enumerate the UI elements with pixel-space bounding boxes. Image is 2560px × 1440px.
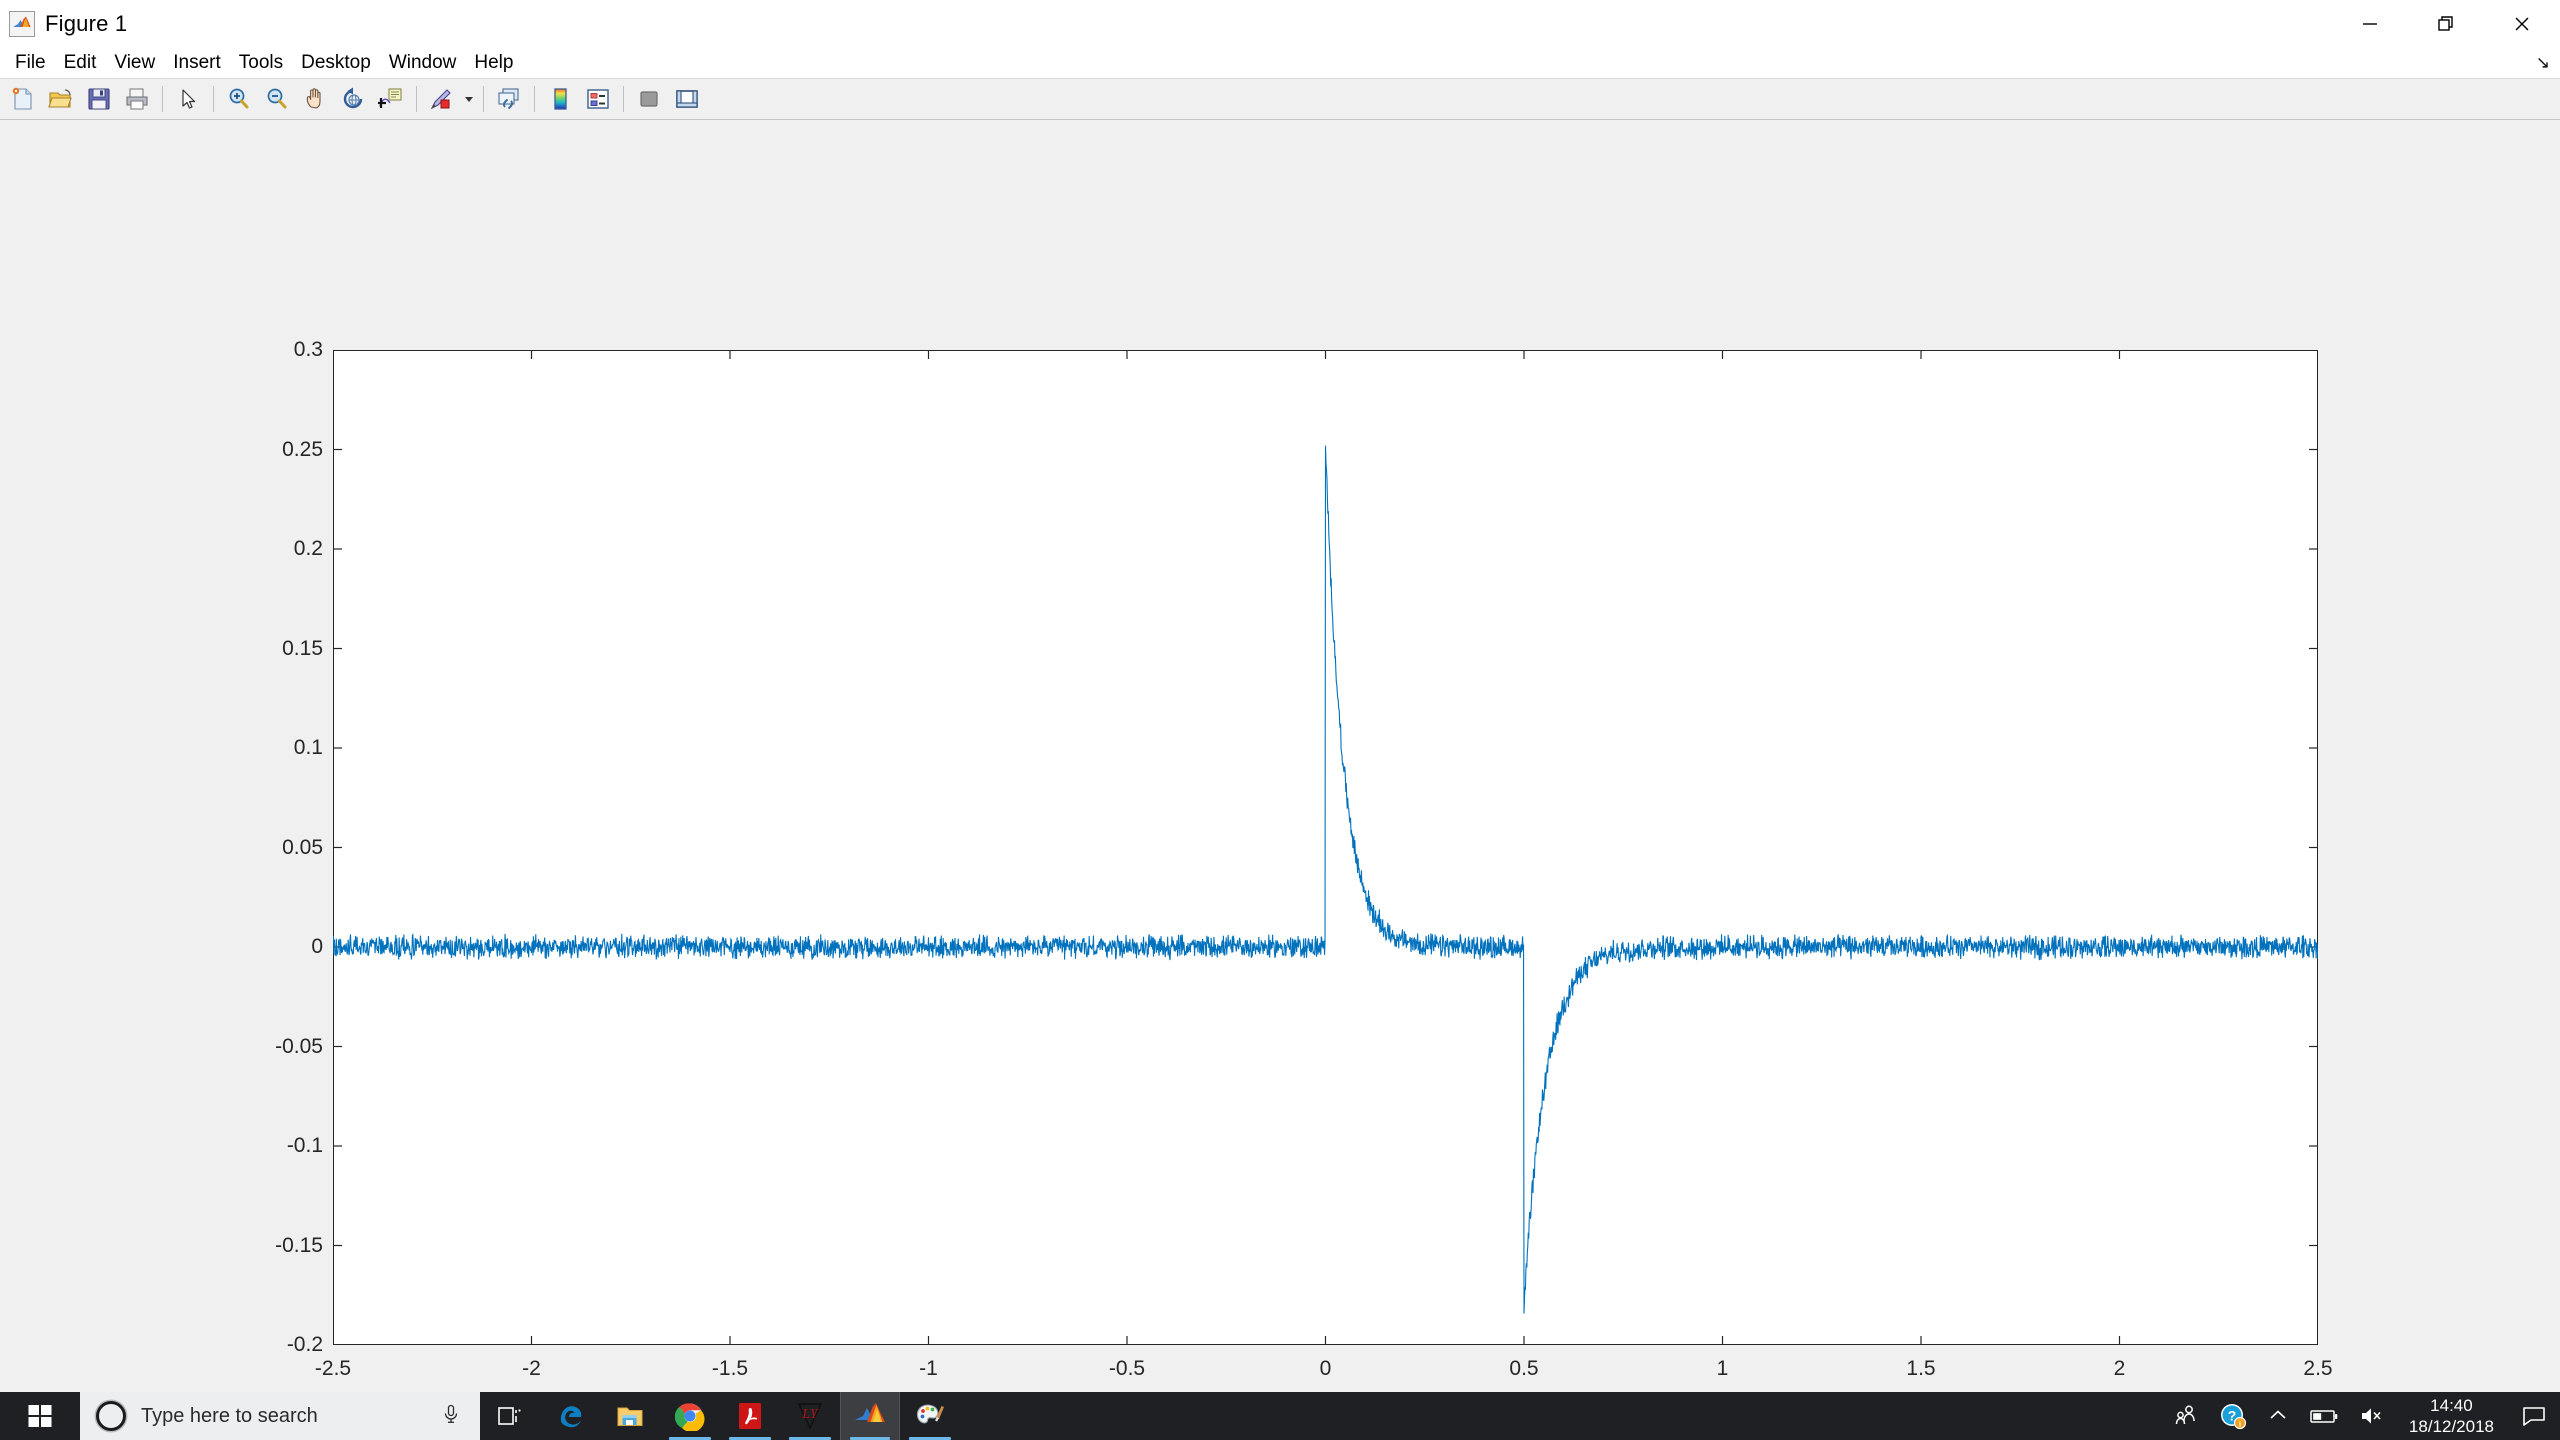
x-tick-label: 2 bbox=[2113, 1357, 2126, 1380]
task-view-icon[interactable] bbox=[480, 1392, 540, 1440]
acrobat-icon[interactable] bbox=[720, 1392, 780, 1440]
y-tick-label: 0.25 bbox=[282, 437, 323, 461]
close-button[interactable] bbox=[2484, 0, 2560, 48]
y-tick-label: -0.1 bbox=[286, 1134, 323, 1157]
menu-item-desktop[interactable]: Desktop bbox=[292, 48, 380, 78]
save-figure-icon[interactable] bbox=[80, 80, 118, 118]
title-bar: Figure 1 ↘ bbox=[0, 0, 2560, 71]
toolbar-separator bbox=[416, 86, 417, 112]
search-input[interactable]: Type here to search bbox=[80, 1392, 480, 1440]
show-plot-tools-icon[interactable] bbox=[668, 80, 706, 118]
hide-plot-tools-icon[interactable] bbox=[630, 80, 668, 118]
y-tick-label: -0.15 bbox=[275, 1233, 323, 1257]
volume-muted-icon[interactable] bbox=[2349, 1392, 2395, 1440]
y-tick-label: -0.05 bbox=[275, 1034, 323, 1058]
window-title: Figure 1 bbox=[45, 11, 128, 36]
x-tick-label: 1.5 bbox=[1906, 1357, 1936, 1380]
y-tick-label: 0 bbox=[311, 935, 323, 958]
menu-bar: File Edit View Insert Tools Desktop Wind… bbox=[0, 48, 2560, 78]
battery-icon[interactable] bbox=[2299, 1392, 2349, 1440]
minimize-button[interactable] bbox=[2332, 0, 2408, 48]
x-axis-tick-labels: -2.5 -2 -1.5 -1 -0.5 0 0.5 1 1.5 2 2.5 bbox=[315, 1357, 2333, 1387]
legend-icon[interactable] bbox=[579, 80, 617, 118]
brush-icon[interactable] bbox=[423, 80, 461, 118]
restore-button[interactable] bbox=[2408, 0, 2484, 48]
toolbar-separator bbox=[162, 86, 163, 112]
clock[interactable]: 14:40 18/12/2018 bbox=[2395, 1392, 2508, 1440]
toolbar-separator bbox=[483, 86, 484, 112]
cortana-ring-icon[interactable] bbox=[96, 1401, 126, 1431]
menu-item-view[interactable]: View bbox=[105, 48, 164, 78]
toolbar-separator bbox=[623, 86, 624, 112]
rotate-3d-icon[interactable] bbox=[334, 80, 372, 118]
clock-date: 18/12/2018 bbox=[2408, 1417, 2494, 1436]
y-tick-label: 0.2 bbox=[293, 537, 323, 560]
menu-item-file[interactable]: File bbox=[6, 48, 55, 78]
x-tick-label: 2.5 bbox=[2303, 1357, 2333, 1380]
x-tick-label: 0 bbox=[1319, 1357, 1332, 1380]
lyx-icon[interactable]: LY bbox=[780, 1392, 840, 1440]
new-figure-icon[interactable] bbox=[4, 80, 42, 118]
menu-item-help[interactable]: Help bbox=[465, 48, 522, 78]
paint-icon[interactable] bbox=[900, 1392, 960, 1440]
menu-item-window[interactable]: Window bbox=[380, 48, 466, 78]
x-tick-label: -1.5 bbox=[711, 1357, 749, 1380]
x-tick-label: 0.5 bbox=[1509, 1357, 1539, 1380]
menu-item-tools[interactable]: Tools bbox=[230, 48, 292, 78]
y-tick-label: 0.05 bbox=[282, 835, 323, 859]
svg-text:LY: LY bbox=[801, 1407, 820, 1422]
chevron-down-icon[interactable] bbox=[461, 80, 477, 118]
y-axis-tick-labels: -0.2 -0.15 -0.1 -0.05 0 0.05 0.1 0.15 0.2 0.25 0.3 bbox=[180, 338, 323, 1356]
matlab-figure-icon bbox=[9, 11, 35, 37]
x-tick-label: -0.5 bbox=[1108, 1357, 1146, 1380]
zoom-out-icon[interactable] bbox=[258, 80, 296, 118]
pointer-icon[interactable] bbox=[169, 80, 207, 118]
x-tick-label: -2 bbox=[522, 1357, 541, 1380]
system-tray: ? i 14:40 18/12/2018 bbox=[2163, 1392, 2560, 1440]
y-tick-label: 0.15 bbox=[282, 636, 323, 660]
zoom-in-icon[interactable] bbox=[220, 80, 258, 118]
windows-taskbar: Type here to search LY ? i 14:40 18/12/2… bbox=[0, 1392, 2560, 1440]
y-tick-label: -0.2 bbox=[286, 1333, 323, 1356]
edge-icon[interactable] bbox=[540, 1392, 600, 1440]
show-hidden-icons-icon[interactable] bbox=[2257, 1392, 2299, 1440]
open-file-icon[interactable] bbox=[42, 80, 80, 118]
menu-item-edit[interactable]: Edit bbox=[55, 48, 106, 78]
search-placeholder: Type here to search bbox=[141, 1404, 318, 1427]
y-tick-label: 0.3 bbox=[293, 338, 323, 361]
matlab-figure-window: Figure 1 ↘ File Edit View Insert Tools D… bbox=[0, 0, 2560, 1392]
x-tick-label: -2.5 bbox=[314, 1357, 352, 1380]
clock-time: 14:40 bbox=[2430, 1395, 2473, 1415]
signal-line bbox=[333, 446, 2318, 1314]
matlab-icon[interactable] bbox=[840, 1392, 900, 1440]
pan-icon[interactable] bbox=[296, 80, 334, 118]
y-tick-label: 0.1 bbox=[293, 736, 323, 759]
menu-item-insert[interactable]: Insert bbox=[164, 48, 230, 78]
help-badge-icon[interactable]: ? i bbox=[2209, 1392, 2257, 1440]
data-cursor-icon[interactable] bbox=[372, 80, 410, 118]
axes[interactable] bbox=[333, 350, 2318, 1345]
chrome-icon[interactable] bbox=[660, 1392, 720, 1440]
windows-logo-icon[interactable] bbox=[0, 1392, 80, 1440]
x-tick-label: -1 bbox=[919, 1357, 938, 1380]
people-icon[interactable] bbox=[2163, 1392, 2209, 1440]
figure-canvas[interactable]: -0.2 -0.15 -0.1 -0.05 0 0.05 0.1 0.15 0.2 0.25 0.3… bbox=[0, 120, 2560, 1392]
print-figure-icon[interactable] bbox=[118, 80, 156, 118]
link-plot-icon[interactable] bbox=[490, 80, 528, 118]
figure-toolbar bbox=[0, 78, 2560, 120]
action-center-icon[interactable] bbox=[2508, 1392, 2560, 1440]
window-controls bbox=[2332, 0, 2560, 48]
microphone-icon[interactable] bbox=[440, 1403, 462, 1430]
toolbar-separator bbox=[213, 86, 214, 112]
file-explorer-icon[interactable] bbox=[600, 1392, 660, 1440]
colorbar-icon[interactable] bbox=[541, 80, 579, 118]
plot-svg bbox=[333, 350, 2318, 1345]
resize-grip-icon[interactable]: ↘ bbox=[2536, 54, 2550, 71]
x-tick-label: 1 bbox=[1716, 1357, 1729, 1380]
toolbar-separator bbox=[534, 86, 535, 112]
